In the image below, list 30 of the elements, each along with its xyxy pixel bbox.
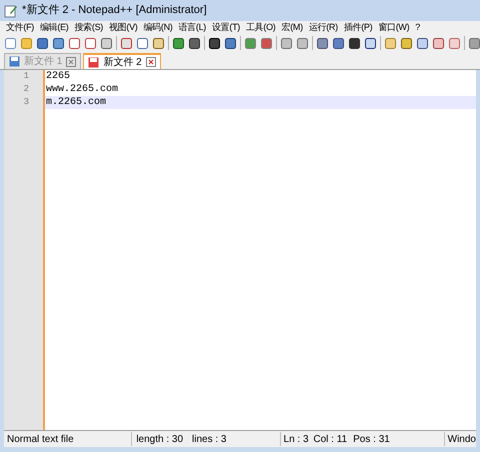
line-number: 1 <box>22 70 30 83</box>
menu-item[interactable]: 窗口(W) <box>378 23 410 32</box>
file-tab[interactable]: 新文件 2 <box>83 53 161 69</box>
notepad-icon <box>4 4 18 18</box>
code-line: www.2265.com <box>45 83 120 96</box>
file-type: Normal text file <box>6 432 75 446</box>
column-position: Col : 11 <box>313 432 348 446</box>
menu-item[interactable]: 工具(O) <box>246 23 276 32</box>
line-position: Ln : 3 <box>282 432 310 446</box>
menu-item[interactable]: 编码(N) <box>144 23 172 32</box>
code-line: 2265 <box>45 70 72 83</box>
menu-item[interactable]: 视图(V) <box>109 23 138 32</box>
char-position: Pos : 31 <box>353 432 391 446</box>
menu-item[interactable]: 编辑(E) <box>40 23 68 32</box>
menu-item[interactable]: 宏(M) <box>282 23 303 32</box>
menu-item[interactable]: 搜索(S) <box>74 23 103 32</box>
menu-item[interactable]: 文件(F) <box>6 23 34 32</box>
menu-item[interactable]: 运行(R) <box>308 23 338 32</box>
close-icon[interactable] <box>146 57 156 67</box>
menu-item[interactable]: 语言(L) <box>178 23 206 32</box>
length-count: length : 30 <box>135 432 184 446</box>
menu-item[interactable]: ? <box>415 23 420 32</box>
eol-format: Windo <box>446 432 476 446</box>
close-icon[interactable] <box>66 56 76 66</box>
menu-item[interactable]: 设置(T) <box>212 23 240 32</box>
line-number: 2 <box>22 83 30 96</box>
menu-item[interactable]: 插件(P) <box>344 23 372 32</box>
window-title: *新文件 2 - Notepad++ [Administrator] <box>22 2 207 18</box>
lines-count: lines : 3 <box>192 432 228 446</box>
line-number: 3 <box>22 96 30 109</box>
